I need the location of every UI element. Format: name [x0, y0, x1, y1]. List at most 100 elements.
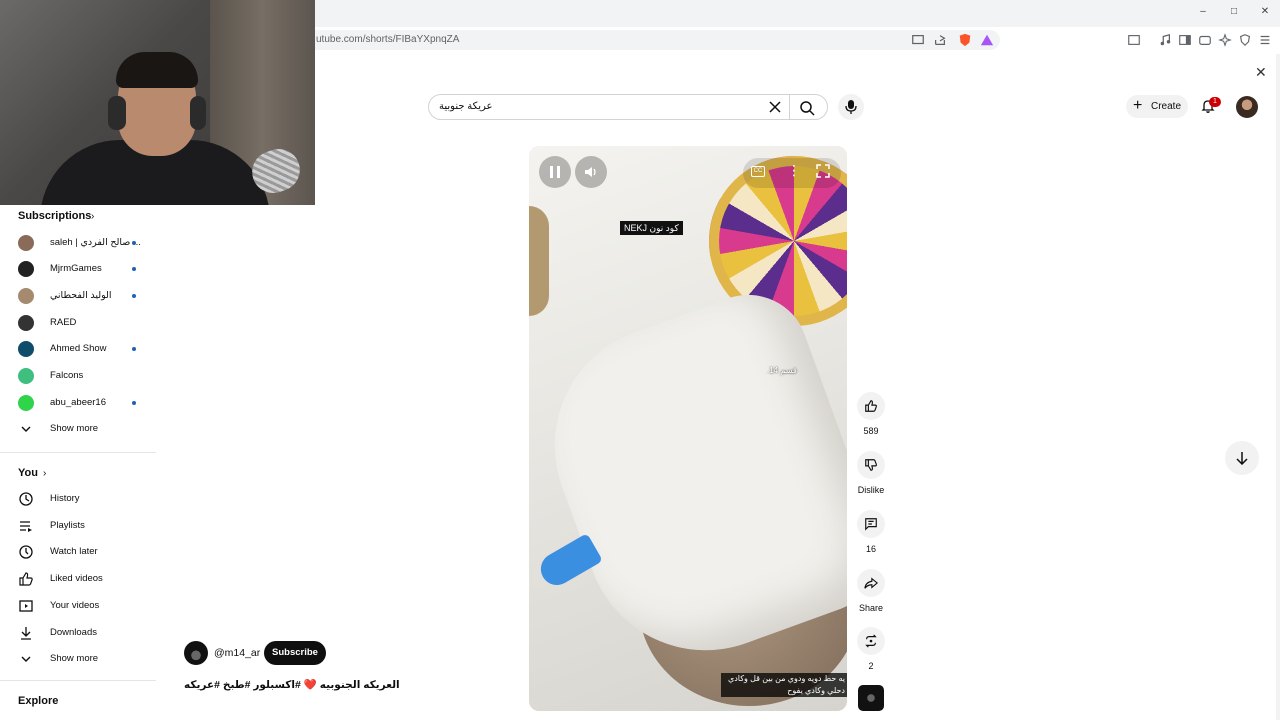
url-text: utube.com/shorts/FIBaYXpnqZA: [316, 34, 460, 45]
notification-badge: 1: [1209, 97, 1221, 107]
channel-name: الوليد الفحطاني: [50, 290, 112, 301]
account-avatar[interactable]: [1236, 96, 1258, 118]
sidebar-item-label: Downloads: [50, 627, 97, 638]
channel-handle[interactable]: @m14_ar: [214, 647, 260, 659]
watch-later-icon: [18, 544, 34, 560]
close-window-button[interactable]: ✕: [1258, 6, 1272, 17]
chevron-down-icon: [18, 421, 34, 437]
show-more-label: Show more: [50, 423, 99, 434]
player-controls-right: CC ⋮: [743, 158, 841, 188]
music-icon[interactable]: [1158, 33, 1172, 47]
create-label: Create: [1151, 101, 1182, 112]
search-icon[interactable]: [799, 100, 815, 116]
show-more-label: Show more: [50, 653, 99, 664]
sidebar-item-liked-videos[interactable]: Liked videos: [18, 568, 158, 590]
page-scrollbar[interactable]: [1276, 54, 1280, 720]
pause-button[interactable]: [539, 156, 571, 188]
share-circle: [857, 569, 885, 597]
webcam-overlay: [0, 0, 315, 205]
cast-icon[interactable]: [911, 33, 925, 47]
captions-icon[interactable]: CC: [751, 166, 765, 177]
create-button[interactable]: + Create: [1126, 95, 1188, 118]
sidebar-item-label: Watch later: [50, 546, 98, 557]
sidebar-item-label: Playlists: [50, 520, 85, 531]
sidebar-item-history[interactable]: History: [18, 488, 158, 510]
remix-circle: [857, 627, 885, 655]
history-icon: [18, 491, 34, 507]
sidebar-toggle-icon[interactable]: [1178, 33, 1192, 47]
sidebar-item-watch-later[interactable]: Watch later: [18, 541, 158, 563]
chevron-down-icon: [18, 651, 34, 667]
thumbs-down-icon: [865, 459, 877, 471]
close-icon[interactable]: ✕: [1255, 64, 1267, 81]
search-input[interactable]: عريكة جنوبية: [428, 94, 828, 120]
channel-avatar: [18, 261, 34, 277]
channel-name: saleh | صالح الفردي ...: [50, 237, 141, 248]
sidebar-item-label: History: [50, 493, 80, 504]
chevron-right-icon[interactable]: ›: [43, 468, 46, 479]
comment-icon: [865, 518, 877, 531]
wallet-icon[interactable]: [1198, 33, 1212, 47]
video-caption-bottom: يه حط دويه ودوي من بين قل وكادي دحلي وكا…: [721, 673, 847, 697]
sidebar-item-your-videos[interactable]: Your videos: [18, 595, 158, 617]
channel-name: RAED: [50, 317, 77, 328]
like-circle: [857, 392, 885, 420]
search-query-text: عريكة جنوبية: [439, 101, 493, 112]
remix-icon: [865, 634, 877, 648]
channel-name: Falcons: [50, 370, 84, 381]
channel-avatar: [18, 315, 34, 331]
shorts-video-player[interactable]: CC ⋮ كود نون NEKJ قسم 14. يه حط دويه ودو…: [529, 146, 847, 711]
subscriptions-show-more[interactable]: Show more: [18, 418, 158, 440]
sidebar-item-playlists[interactable]: Playlists: [18, 515, 158, 537]
clear-search-icon[interactable]: [767, 99, 783, 115]
tab-search-icon[interactable]: [1127, 33, 1141, 47]
sidebar-item-downloads[interactable]: Downloads: [18, 622, 158, 644]
subscription-item[interactable]: saleh | صالح الفردي ...: [18, 232, 158, 254]
pause-icon: [550, 166, 560, 178]
new-content-dot: [132, 294, 136, 298]
sidebar-divider: [0, 452, 156, 453]
subscription-item[interactable]: MjrmGames: [18, 258, 158, 280]
search-divider: [789, 95, 790, 119]
share-page-icon[interactable]: [933, 33, 947, 47]
subscription-item[interactable]: Ahmed Show: [18, 338, 158, 360]
downloads-icon: [18, 625, 34, 641]
next-video-button[interactable]: [1225, 441, 1259, 475]
subscription-item[interactable]: abu_abeer16: [18, 392, 158, 414]
share-icon: [864, 577, 878, 589]
video-caption-mid: قسم 14.: [767, 366, 797, 375]
rewards-icon[interactable]: [980, 33, 994, 47]
maximize-button[interactable]: □: [1227, 6, 1241, 17]
sidebar-item-label: Liked videos: [50, 573, 103, 584]
leo-ai-icon[interactable]: [1218, 33, 1232, 47]
volume-icon: [585, 167, 596, 177]
your-videos-icon: [18, 598, 34, 614]
channel-name: MjrmGames: [50, 263, 102, 274]
subscription-item[interactable]: الوليد الفحطاني: [18, 285, 158, 307]
address-bar[interactable]: utube.com/shorts/FIBaYXpnqZA: [300, 30, 1000, 50]
plus-icon: +: [1133, 97, 1143, 114]
browser-menu-icon[interactable]: [1258, 33, 1272, 47]
more-options-icon[interactable]: ⋮: [787, 163, 801, 177]
sidebar-item-label: Your videos: [50, 600, 100, 611]
channel-name: abu_abeer16: [50, 397, 106, 408]
vpn-shield-icon[interactable]: [1238, 33, 1252, 47]
you-title[interactable]: You: [18, 467, 38, 479]
volume-button[interactable]: [575, 156, 607, 188]
voice-search-button[interactable]: [838, 94, 864, 120]
brave-shield-icon[interactable]: [958, 33, 972, 47]
channel-avatar[interactable]: [184, 641, 208, 665]
new-content-dot: [132, 241, 136, 245]
minimize-button[interactable]: –: [1196, 6, 1210, 17]
sound-thumbnail[interactable]: [858, 685, 884, 711]
you-show-more[interactable]: Show more: [18, 648, 158, 670]
subscribe-button[interactable]: Subscribe: [264, 641, 326, 665]
subscriptions-title[interactable]: Subscriptions: [18, 210, 91, 222]
channel-avatar: [18, 341, 34, 357]
chevron-right-icon[interactable]: ›: [91, 211, 94, 222]
comment-count: 16: [865, 544, 876, 554]
channel-avatar: [18, 368, 34, 384]
fullscreen-icon[interactable]: [815, 163, 831, 179]
subscription-item[interactable]: Falcons: [18, 365, 158, 387]
subscription-item[interactable]: RAED: [18, 312, 158, 334]
